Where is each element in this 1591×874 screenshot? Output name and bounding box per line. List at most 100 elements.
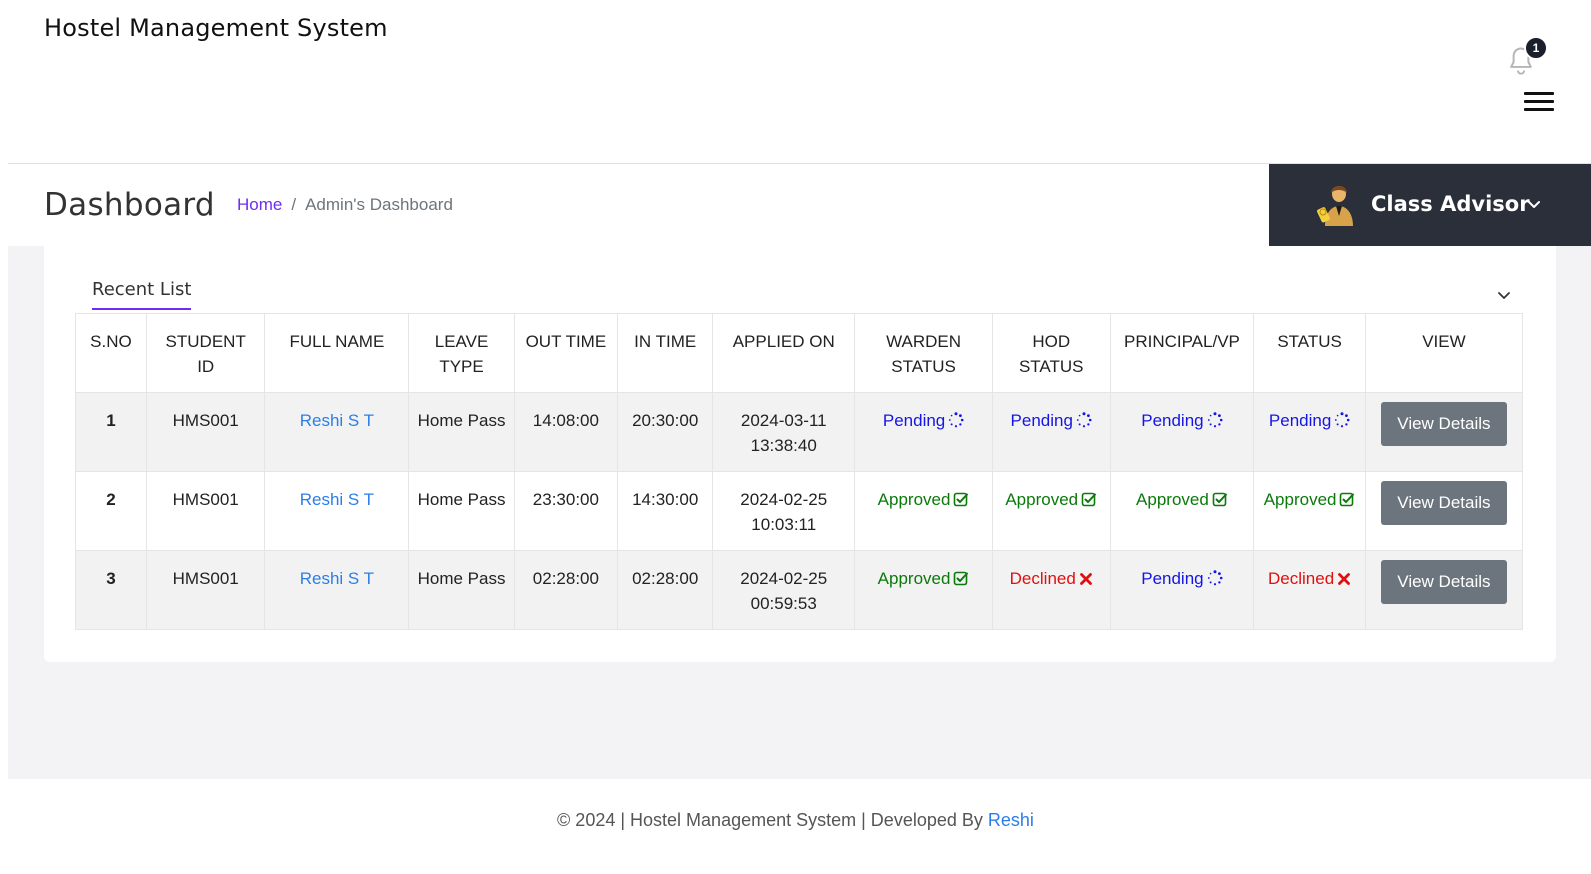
overall-status: Declined: [1268, 569, 1351, 588]
check-square-icon: [1340, 492, 1355, 507]
applied-on: 2024-02-25 10:03:11: [712, 471, 855, 551]
column-header: IN TIME: [617, 313, 713, 393]
column-header: OUT TIME: [513, 313, 618, 393]
spinner-icon: [1207, 412, 1223, 428]
table-row: 1 HMS001 Reshi S T Home Pass 14:08:00 20:30:0…: [75, 392, 1524, 472]
column-header: LEAVE TYPE: [408, 313, 515, 393]
notification-badge: 1: [1524, 36, 1548, 60]
in-time: 02:28:00: [617, 550, 713, 630]
status-text: Approved: [1136, 490, 1209, 509]
view-cell: View Details: [1364, 471, 1524, 551]
recent-list-card: Recent List S.NO STUDENT ID FULL NAME LEAVE…: [44, 246, 1556, 662]
view-cell: View Details: [1364, 392, 1524, 472]
user-avatar-icon: [1317, 186, 1353, 226]
status-text: Pending: [1141, 569, 1204, 588]
view-details-button[interactable]: View Details: [1381, 560, 1507, 604]
table-row: 3 HMS001 Reshi S T Home Pass 02:28:00 02:28:0…: [75, 550, 1524, 630]
warden-status: Approved: [878, 490, 970, 509]
principal-status: Pending: [1141, 569, 1223, 588]
principal-status-cell: Pending: [1109, 550, 1254, 630]
status-text: Pending: [1010, 411, 1073, 430]
breadcrumb-current: Admin's Dashboard: [305, 195, 453, 214]
chevron-down-icon: [1528, 201, 1540, 208]
table-body: 1 HMS001 Reshi S T Home Pass 14:08:00 20:30:0…: [75, 392, 1524, 630]
tab-recent-list[interactable]: Recent List: [92, 279, 192, 310]
status-text: Approved: [1005, 490, 1079, 509]
warden-status-cell: Approved: [854, 471, 993, 551]
principal-status-cell: Approved: [1109, 471, 1254, 551]
overall-status: Pending: [1269, 411, 1350, 430]
overall-status-cell: Declined: [1253, 550, 1366, 630]
out-time: 23:30:00: [513, 471, 618, 551]
spinner-icon: [1207, 570, 1223, 586]
status-text: Approved: [877, 490, 951, 509]
chevron-down-icon[interactable]: [1496, 288, 1512, 302]
spinner-icon: [1335, 412, 1350, 428]
applied-on: 2024-03-11 13:38:40: [712, 392, 855, 472]
spinner-icon: [1076, 412, 1092, 428]
out-time: 14:08:00: [513, 392, 618, 472]
out-time: 02:28:00: [513, 550, 618, 630]
overall-status-cell: Pending: [1253, 392, 1366, 472]
warden-status: Approved: [878, 569, 970, 588]
check-square-icon: [954, 571, 969, 586]
leave-type: Home Pass: [408, 471, 515, 551]
footer-text: © 2024 | Hostel Management System | Deve…: [557, 810, 983, 830]
warden-status: Pending: [883, 411, 964, 430]
page-title: Dashboard: [44, 187, 215, 223]
warden-status-cell: Pending: [854, 392, 993, 472]
check-square-icon: [954, 492, 969, 507]
student-id: HMS001: [145, 471, 265, 551]
check-square-icon: [1081, 492, 1097, 507]
breadcrumb-separator: /: [291, 195, 297, 214]
hamburger-icon: [1524, 92, 1554, 111]
column-header: VIEW: [1364, 313, 1524, 393]
top-navbar: Hostel Management System 1: [8, 0, 1591, 164]
breadcrumb-home-link[interactable]: Home: [237, 195, 282, 215]
hod-status: Declined: [1010, 569, 1093, 588]
full-name-cell: Reshi S T: [264, 550, 409, 630]
hod-status-cell: Declined: [991, 550, 1110, 630]
view-details-button[interactable]: View Details: [1381, 481, 1507, 525]
serial-number: 2: [75, 471, 147, 551]
footer-developer-link[interactable]: Reshi: [988, 810, 1034, 830]
hod-status: Pending: [1011, 411, 1092, 430]
student-name-link[interactable]: Reshi S T: [300, 490, 374, 509]
column-header: STATUS: [1253, 313, 1366, 393]
student-name-link[interactable]: Reshi S T: [300, 569, 374, 588]
column-header: STUDENT ID: [145, 313, 265, 393]
hod-status-cell: Pending: [991, 392, 1110, 472]
notification-button[interactable]: 1: [1506, 36, 1548, 78]
check-square-icon: [1212, 492, 1227, 507]
page-header: Dashboard Home / Admin's Dashboard: [8, 164, 1268, 246]
student-name-link[interactable]: Reshi S T: [300, 411, 374, 430]
role-dropdown[interactable]: Class Advisor: [1269, 164, 1591, 246]
status-text: Pending: [1141, 411, 1204, 430]
table-row: 2 HMS001 Reshi S T Home Pass 23:30:00 14:30:0…: [75, 471, 1524, 551]
hod-status-cell: Approved: [991, 471, 1110, 551]
overall-status-cell: Approved: [1253, 471, 1366, 551]
footer: © 2024 | Hostel Management System | Deve…: [0, 810, 1591, 831]
menu-toggle-button[interactable]: [1524, 92, 1554, 114]
spinner-icon: [949, 412, 964, 428]
close-icon: [1079, 573, 1092, 585]
student-id: HMS001: [145, 550, 265, 630]
column-header: FULL NAME: [264, 313, 409, 393]
status-text: Declined: [1009, 569, 1076, 588]
table-header-row: S.NO STUDENT ID FULL NAME LEAVE TYPE OUT TIM…: [75, 313, 1524, 393]
role-label: Class Advisor: [1371, 192, 1530, 216]
view-cell: View Details: [1364, 550, 1524, 630]
warden-status-cell: Approved: [854, 550, 993, 630]
recent-leave-table: S.NO STUDENT ID FULL NAME LEAVE TYPE OUT TIM…: [75, 313, 1524, 630]
serial-number: 3: [75, 550, 147, 630]
column-header: WARDEN STATUS: [854, 313, 993, 393]
principal-status-cell: Pending: [1109, 392, 1254, 472]
status-text: Declined: [1268, 569, 1335, 588]
leave-type: Home Pass: [408, 392, 515, 472]
principal-status: Approved: [1136, 490, 1228, 509]
view-details-button[interactable]: View Details: [1381, 402, 1507, 446]
full-name-cell: Reshi S T: [264, 471, 409, 551]
student-id: HMS001: [145, 392, 265, 472]
overall-status: Approved: [1264, 490, 1356, 509]
leave-type: Home Pass: [408, 550, 515, 630]
